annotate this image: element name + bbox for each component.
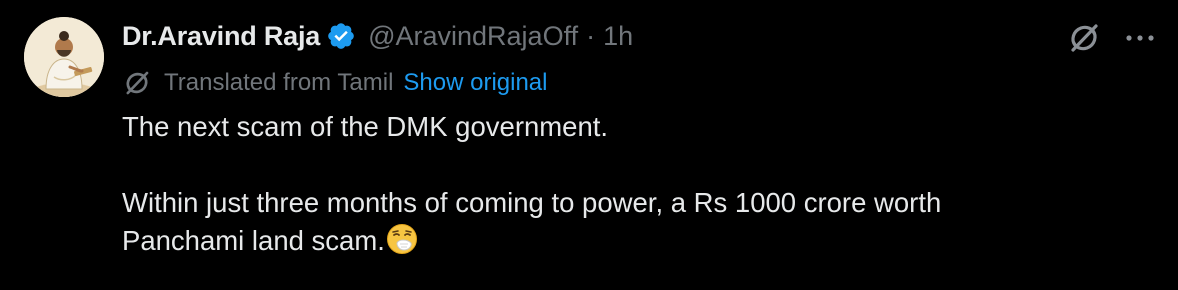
handle[interactable]: @AravindRajaOff xyxy=(368,21,578,52)
tweet-header: Dr.Aravind Raja @AravindRajaOff · 1h xyxy=(122,18,633,54)
tweet-line-text: Within just three months of coming to po… xyxy=(122,187,942,218)
timestamp[interactable]: 1h xyxy=(603,21,633,52)
tweet-actions-top xyxy=(1066,20,1158,56)
translate-icon xyxy=(122,68,152,98)
tweet-line: The next scam of the DMK government. xyxy=(122,111,609,142)
grok-icon[interactable] xyxy=(1066,20,1102,56)
separator-dot: · xyxy=(586,20,596,51)
more-dots-icon[interactable] xyxy=(1122,20,1158,56)
display-name[interactable]: Dr.Aravind Raja xyxy=(122,21,320,52)
translated-from-label: Translated from Tamil xyxy=(164,69,394,96)
tweet-line: Panchami land scam. xyxy=(122,222,1122,260)
tweet[interactable]: Dr.Aravind Raja @AravindRajaOff · 1h Tra… xyxy=(0,0,1178,290)
sneezing-face-emoji-icon xyxy=(386,223,418,255)
avatar-image xyxy=(24,17,104,97)
tweet-line: Within just three months of coming to po… xyxy=(122,184,1122,222)
verified-badge-icon[interactable] xyxy=(326,21,356,51)
tweet-text: The next scam of the DMK government. Wit… xyxy=(122,108,1122,260)
show-original-link[interactable]: Show original xyxy=(403,69,547,97)
translation-row: Translated from Tamil Show original xyxy=(122,66,548,100)
avatar[interactable] xyxy=(24,17,104,97)
tweet-line-text: Panchami land scam. xyxy=(122,225,385,256)
